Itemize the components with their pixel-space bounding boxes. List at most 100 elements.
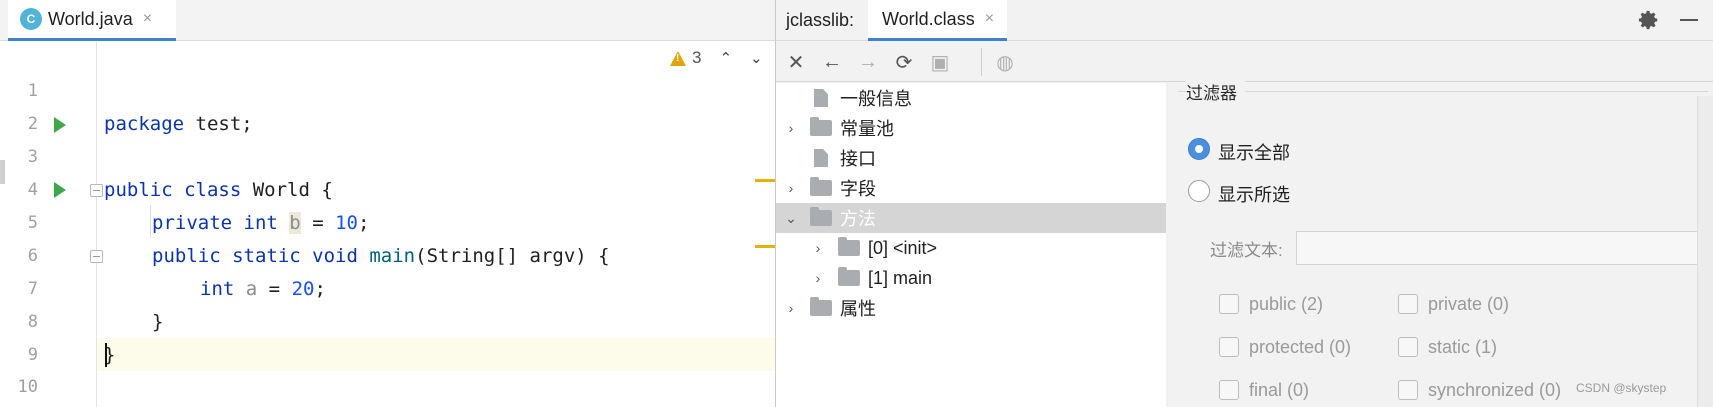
close-icon[interactable]: ✕ [784, 50, 808, 74]
chevron-right-icon[interactable]: › [811, 270, 825, 286]
code-line[interactable]: 4 private int b = 10; [0, 141, 775, 234]
indent-guide [150, 205, 151, 238]
fold-marker-icon[interactable] [90, 250, 103, 263]
folder-icon [838, 267, 860, 286]
show-selected-label: 显示所选 [1218, 185, 1290, 205]
close-tab-icon[interactable]: × [143, 10, 152, 28]
code-line[interactable]: 1 package test; [0, 42, 775, 135]
warning-stripe-marker[interactable] [755, 179, 775, 182]
protected-checkbox-label: protected (0) [1249, 337, 1352, 357]
private-checkbox-label: private (0) [1428, 294, 1510, 314]
public-checkbox[interactable] [1219, 294, 1239, 314]
chevron-right-icon[interactable]: › [811, 240, 825, 256]
refresh-icon[interactable]: ⟳ [892, 50, 916, 74]
filter-panel: 过滤器 显示全部 显示所选 过滤文本: public (2) private (… [1166, 79, 1713, 407]
tree-item-label: [1] main [868, 267, 933, 288]
final-checkbox-label: final (0) [1249, 380, 1310, 400]
forward-icon[interactable]: → [856, 50, 880, 74]
chevron-right-icon[interactable]: › [784, 300, 798, 316]
folder-icon [810, 207, 832, 226]
tab-label: World.class [882, 8, 975, 29]
close-tab-icon[interactable]: × [985, 10, 994, 28]
show-all-label: 显示全部 [1218, 143, 1290, 163]
run-class-icon[interactable] [54, 117, 66, 133]
synchronized-checkbox-label: synchronized (0) [1428, 380, 1562, 400]
jclasslib-tab-bar: jclasslib: World.class × [776, 0, 1713, 41]
text-caret [105, 343, 107, 367]
file-icon [814, 149, 828, 167]
editor-tab-label: World.java [48, 8, 133, 29]
jclasslib-tool-window: jclasslib: World.class × ✕ ← → ⟳ ▣ ◍ 一般信… [775, 0, 1713, 407]
next-highlight-icon[interactable]: ⌄ [750, 49, 763, 67]
jclasslib-toolbar: ✕ ← → ⟳ ▣ ◍ [776, 42, 1713, 82]
tree-item-label: [0] <init> [868, 237, 938, 258]
previous-highlight-icon[interactable]: ⌃ [719, 49, 732, 67]
tree-item-label: 方法 [840, 209, 876, 229]
tree-item-attributes[interactable]: › 属性 [776, 293, 1166, 323]
tree-item-label: 常量池 [840, 119, 894, 139]
tree-item-method-init[interactable]: › [0] <init> [776, 233, 1166, 263]
editor-tab-world-java[interactable]: C World.java × [8, 0, 176, 41]
gear-icon[interactable] [1638, 9, 1660, 31]
code-line[interactable]: 9 [0, 306, 775, 365]
tree-item-label: 字段 [840, 179, 876, 199]
toolbar-separator [981, 48, 982, 76]
private-checkbox[interactable] [1398, 294, 1418, 314]
filter-group-title: 过滤器 [1186, 79, 1245, 104]
back-icon[interactable]: ← [820, 50, 844, 74]
run-main-icon[interactable] [54, 182, 66, 198]
tool-window-title: jclasslib: [786, 10, 855, 30]
vertical-scrollbar[interactable] [1697, 96, 1713, 407]
static-checkbox-label: static (1) [1428, 337, 1498, 357]
tree-item-fields[interactable]: › 字段 [776, 173, 1166, 203]
tree-item-constant-pool[interactable]: › 常量池 [776, 113, 1166, 143]
code-line[interactable]: 7 } [0, 240, 775, 333]
code-line[interactable]: 3 public class World { [0, 108, 775, 201]
tree-item-methods[interactable]: ⌄ 方法 [776, 203, 1166, 233]
group-divider [1178, 91, 1708, 92]
file-icon [814, 89, 828, 107]
tree-item-label: 属性 [840, 299, 876, 319]
java-class-icon: C [20, 8, 42, 30]
protected-checkbox[interactable] [1219, 337, 1239, 357]
tree-item-label: 一般信息 [840, 89, 912, 109]
show-selected-radio[interactable] [1188, 180, 1210, 202]
code-line[interactable]: 8 } [0, 273, 775, 366]
final-checkbox[interactable] [1219, 380, 1239, 400]
code-line-current[interactable]: 10 [0, 338, 775, 397]
show-all-radio[interactable] [1188, 138, 1210, 160]
class-structure-tree: 一般信息 › 常量池 接口 › 字段 ⌄ 方法 › [0] <init> › [… [776, 83, 1166, 407]
tree-item-method-main[interactable]: › [1] main [776, 263, 1166, 293]
tree-item-label: 接口 [840, 149, 876, 169]
warning-stripe-marker[interactable] [755, 245, 775, 248]
filter-text-label: 过滤文本: [1210, 241, 1283, 260]
chevron-right-icon[interactable]: › [784, 180, 798, 196]
static-checkbox[interactable] [1398, 337, 1418, 357]
chevron-right-icon[interactable]: › [784, 120, 798, 136]
tree-item-interfaces[interactable]: 接口 [776, 143, 1166, 173]
public-checkbox-label: public (2) [1249, 294, 1324, 314]
inspection-widget[interactable]: 3 ⌃ ⌄ [670, 48, 763, 68]
warning-icon [670, 50, 686, 66]
watermark: CSDN @skystep [1576, 381, 1667, 395]
fold-marker-icon[interactable] [90, 184, 103, 197]
minimize-icon[interactable] [1680, 19, 1698, 21]
folder-icon [810, 177, 832, 196]
synchronized-checkbox[interactable] [1398, 380, 1418, 400]
code-editor: C World.java × 1 package test; 2 3 publi… [0, 0, 775, 407]
filter-text-input[interactable] [1296, 231, 1713, 265]
code-line[interactable]: 2 [0, 75, 775, 134]
line-number: 10 [17, 377, 38, 397]
folder-icon [810, 297, 832, 316]
folder-icon [810, 117, 832, 136]
tab-world-class[interactable]: World.class × [868, 0, 1007, 41]
code-line[interactable]: 5 public static void main(String[] argv)… [0, 174, 775, 267]
editor-tab-bar: C World.java × [0, 0, 775, 41]
save-icon[interactable]: ▣ [928, 50, 952, 74]
warning-count: 3 [692, 48, 702, 67]
globe-icon[interactable]: ◍ [993, 50, 1017, 74]
tree-item-general-info[interactable]: 一般信息 [776, 83, 1166, 113]
folder-icon [838, 237, 860, 256]
chevron-down-icon[interactable]: ⌄ [784, 210, 798, 227]
code-line[interactable]: 6 int a = 20; [0, 207, 775, 300]
